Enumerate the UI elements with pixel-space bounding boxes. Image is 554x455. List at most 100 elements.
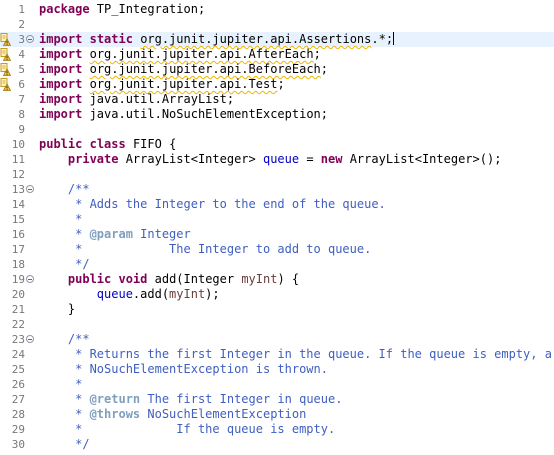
fold-collapse-icon[interactable]	[26, 335, 34, 343]
code-text[interactable]: * NoSuchElementException is thrown.	[39, 362, 328, 377]
code-text[interactable]: import static org.junit.jupiter.api.Asse…	[39, 32, 395, 47]
fold-collapse-icon[interactable]	[26, 275, 34, 283]
line-number: 15	[11, 213, 25, 226]
code-token: *	[39, 227, 90, 241]
code-line[interactable]: 15 *	[0, 212, 554, 227]
code-line[interactable]: 14 * Adds the Integer to the end of the …	[0, 197, 554, 212]
code-text[interactable]: *	[39, 377, 82, 392]
text-cursor	[393, 32, 395, 45]
code-token: /**	[39, 332, 90, 346]
code-text[interactable]: /**	[39, 182, 90, 197]
code-token: ) {	[277, 272, 300, 286]
code-line[interactable]: 20 queue.add(myInt);	[0, 287, 554, 302]
code-line[interactable]: 30 */	[0, 437, 554, 452]
code-line[interactable]: 28 * @throws NoSuchElementException	[0, 407, 554, 422]
code-line[interactable]: 25 * NoSuchElementException is thrown.	[0, 362, 554, 377]
code-token: ;	[313, 47, 321, 61]
code-line[interactable]: 16 * @param Integer	[0, 227, 554, 242]
code-text[interactable]: *	[39, 212, 82, 227]
code-token: java.util.NoSuchElementException;	[82, 107, 328, 121]
code-text[interactable]: * Returns the first Integer in the queue…	[39, 347, 552, 362]
code-token: .*;	[371, 32, 394, 46]
code-line[interactable]: 10 public class FIFO {	[0, 137, 554, 152]
code-text[interactable]: public class FIFO {	[39, 137, 176, 152]
code-token: ArrayList<Integer>();	[342, 152, 502, 166]
code-text[interactable]: package TP_Integration;	[39, 2, 205, 17]
code-line[interactable]: 13 /**	[0, 182, 554, 197]
code-text[interactable]: }	[39, 302, 75, 317]
code-line[interactable]: 2	[0, 17, 554, 32]
code-line[interactable]: 17 * The Integer to add to queue.	[0, 242, 554, 257]
code-text[interactable]: import org.junit.jupiter.api.AfterEach;	[39, 47, 321, 62]
code-token: import	[39, 77, 83, 91]
code-line[interactable]: 9	[0, 122, 554, 137]
code-token: myInt	[169, 287, 206, 301]
line-number: 29	[11, 423, 25, 436]
code-token: new	[320, 152, 343, 166]
code-line[interactable]: 3 import static org.junit.jupiter.api.Ass…	[0, 32, 554, 47]
line-number: 4	[18, 48, 25, 61]
line-number: 17	[11, 243, 25, 256]
code-text[interactable]: private ArrayList<Integer> queue = new A…	[39, 152, 502, 167]
code-text[interactable]: import org.junit.jupiter.api.Test;	[39, 77, 285, 92]
code-line[interactable]: 1 package TP_Integration;	[0, 2, 554, 17]
code-token: * Adds the Integer to the end of the que…	[39, 197, 386, 211]
code-token: TP_Integration;	[89, 2, 206, 16]
code-text[interactable]: import java.util.NoSuchElementException;	[39, 107, 328, 122]
code-line[interactable]: 18 */	[0, 257, 554, 272]
code-line[interactable]: 22	[0, 317, 554, 332]
code-token: * NoSuchElementException is thrown.	[39, 362, 328, 376]
code-token: Integer	[132, 227, 191, 241]
code-line[interactable]: 7 import java.util.ArrayList;	[0, 92, 554, 107]
code-line[interactable]: 5 import org.junit.jupiter.api.BeforeEach…	[0, 62, 554, 77]
fold-collapse-icon[interactable]	[26, 185, 34, 193]
line-number: 18	[11, 258, 25, 271]
code-line[interactable]: 11 private ArrayList<Integer> queue = ne…	[0, 152, 554, 167]
java-code-editor[interactable]: 1 package TP_Integration; 2 3 import static …	[0, 0, 554, 455]
code-text[interactable]: queue.add(myInt);	[39, 287, 220, 302]
code-text[interactable]: import java.util.ArrayList;	[39, 92, 234, 107]
line-number: 28	[11, 408, 25, 421]
line-number: 20	[11, 288, 25, 301]
code-line[interactable]: 6 import org.junit.jupiter.api.Test;	[0, 77, 554, 92]
code-line[interactable]: 27 * @return The first Integer in queue.	[0, 392, 554, 407]
code-token: @throws	[89, 407, 141, 421]
code-line[interactable]: 24 * Returns the first Integer in the qu…	[0, 347, 554, 362]
code-line[interactable]: 23 /**	[0, 332, 554, 347]
code-token: queue	[262, 152, 300, 166]
code-text[interactable]: public void add(Integer myInt) {	[39, 272, 299, 287]
code-token: NoSuchElementException	[140, 407, 307, 421]
code-line[interactable]: 12	[0, 167, 554, 182]
line-number: 11	[11, 153, 25, 166]
code-text[interactable]: /**	[39, 332, 90, 347]
code-token: }	[39, 302, 76, 316]
code-text[interactable]: */	[39, 257, 89, 272]
code-line[interactable]: 26 *	[0, 377, 554, 392]
code-token: public	[67, 272, 112, 286]
code-line[interactable]: 8 import java.util.NoSuchElementException…	[0, 107, 554, 122]
code-line[interactable]: 4 import org.junit.jupiter.api.AfterEach;	[0, 47, 554, 62]
code-text[interactable]: * The Integer to add to queue.	[39, 242, 371, 257]
code-token: class	[89, 137, 126, 151]
code-text[interactable]: * If the queue is empty.	[39, 422, 335, 437]
line-number: 3	[18, 33, 25, 46]
code-token: The first Integer in queue.	[140, 392, 343, 406]
code-token: ;	[320, 62, 329, 76]
code-line[interactable]: 19 public void add(Integer myInt) {	[0, 272, 554, 287]
code-text[interactable]: import org.junit.jupiter.api.BeforeEach;	[39, 62, 328, 77]
code-text[interactable]: * @param Integer	[39, 227, 191, 242]
code-line[interactable]: 29 * If the queue is empty.	[0, 422, 554, 437]
code-token: ;	[277, 77, 285, 91]
line-number: 1	[18, 3, 25, 16]
code-line[interactable]: 21 }	[0, 302, 554, 317]
code-token: org.junit.jupiter.api.AfterEach	[89, 47, 314, 61]
fold-collapse-icon[interactable]	[26, 35, 34, 43]
code-text[interactable]: */	[39, 437, 89, 452]
code-text[interactable]: * Adds the Integer to the end of the que…	[39, 197, 386, 212]
code-text[interactable]: * @throws NoSuchElementException	[39, 407, 306, 422]
code-text[interactable]: * @return The first Integer in queue.	[39, 392, 342, 407]
